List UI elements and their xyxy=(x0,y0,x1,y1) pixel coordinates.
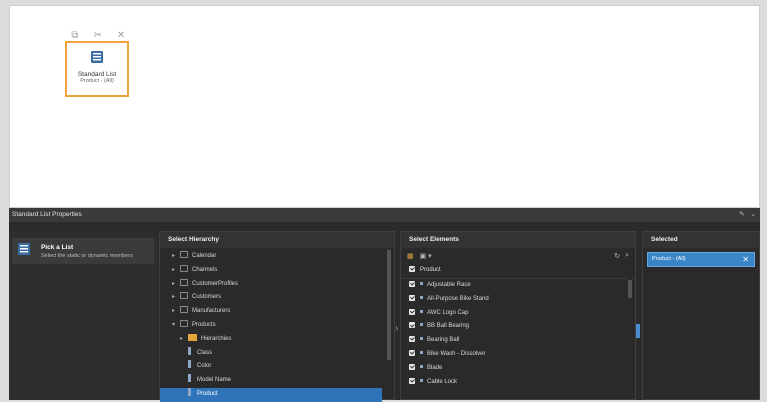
level-icon xyxy=(188,374,191,383)
select-elements-header: Select Elements xyxy=(401,232,635,248)
chevron-down-icon[interactable]: ▾ xyxy=(172,319,180,333)
select-elements-panel: Select Elements ▦ ▣ ▾ ↻ ⌕ Product Adjust… xyxy=(400,231,636,400)
chevron-right-icon[interactable]: ▸ xyxy=(180,333,188,347)
close-icon[interactable]: ✕ xyxy=(114,30,128,41)
checkbox[interactable] xyxy=(409,294,415,301)
tree-item-calendar[interactable]: ▸ Calendar xyxy=(160,250,394,264)
folder-icon xyxy=(188,333,197,341)
refresh-icon[interactable]: ↻ xyxy=(614,252,620,260)
hierarchy-scroll-thumb[interactable] xyxy=(387,250,391,360)
select-hierarchy-header: Select Hierarchy xyxy=(160,232,394,248)
checkbox[interactable] xyxy=(409,377,415,384)
pick-a-list-title: Pick a List xyxy=(41,243,74,251)
remove-icon[interactable]: ✕ xyxy=(742,253,749,266)
element-row[interactable]: BB Ball Bearing xyxy=(401,320,635,334)
member-icon xyxy=(420,282,423,285)
dimension-icon xyxy=(180,306,188,314)
element-row[interactable]: Bearing Ball xyxy=(401,334,635,348)
member-icon xyxy=(420,350,423,354)
select-hierarchy-panel: Select Hierarchy ▸ Calendar ▸ Channels ▸ Cu… xyxy=(159,231,395,402)
checkbox[interactable] xyxy=(409,336,415,343)
dimension-icon xyxy=(180,264,188,272)
tree-item-hierarchies[interactable]: ▸ Hierarchies xyxy=(160,333,394,347)
list-icon xyxy=(67,50,127,69)
dimension-icon xyxy=(180,251,188,258)
element-row[interactable]: AWC Logo Cap xyxy=(401,307,635,321)
element-row[interactable]: Cable Lock xyxy=(401,376,635,390)
collapse-icon[interactable]: ⌄ xyxy=(751,208,756,222)
tree-item-class[interactable]: Class xyxy=(160,346,394,361)
properties-panel: Standard List Properties ✎ ⌄ Pick a List… xyxy=(9,208,760,402)
filter-icon[interactable]: ▦ xyxy=(407,252,414,260)
tree-item-model-name[interactable]: Model Name xyxy=(160,374,394,388)
list-icon xyxy=(17,242,31,261)
dimension-icon xyxy=(180,319,188,327)
widget-subtitle: Product - (All) xyxy=(80,78,114,84)
selected-header: Selected xyxy=(643,232,759,248)
member-icon xyxy=(420,337,423,341)
tree-item-color[interactable]: Color xyxy=(160,360,394,374)
copy-icon[interactable]: ⧉ xyxy=(68,30,82,41)
level-icon xyxy=(188,387,191,396)
tree-item-products[interactable]: ▾ Products xyxy=(160,319,394,333)
widget-title: Standard List xyxy=(77,71,117,78)
member-icon xyxy=(420,295,423,299)
properties-title: Standard List Properties xyxy=(12,211,82,218)
element-row[interactable]: All-Purpose Bike Stand xyxy=(401,293,635,307)
standard-list-widget[interactable]: Standard List Product - (All) xyxy=(65,41,129,97)
selected-item-label: Product - (All) xyxy=(652,256,686,262)
level-icon xyxy=(188,346,191,355)
elements-scroll-thumb[interactable] xyxy=(628,280,632,298)
checkbox[interactable] xyxy=(409,349,415,356)
tree-item-customerprofiles[interactable]: ▸ CustomerProfiles xyxy=(160,278,394,292)
chevron-right-icon[interactable]: ▸ xyxy=(172,250,180,264)
checkbox[interactable] xyxy=(409,281,415,287)
properties-header: Standard List Properties ✎ ⌄ xyxy=(9,208,760,222)
list-type-panel: Pick a List Select the static or dynamic… xyxy=(9,232,157,400)
widget-toolbar: ⧉ ✂ ✕ xyxy=(68,30,128,41)
elements-toolbar: ▦ ▣ ▾ ↻ ⌕ xyxy=(401,248,635,263)
elements-scrollbar[interactable] xyxy=(628,278,632,398)
level-icon xyxy=(188,360,191,369)
member-icon xyxy=(420,364,423,368)
member-icon xyxy=(420,378,423,382)
expand-chevron-icon[interactable]: › xyxy=(395,323,398,334)
member-icon xyxy=(420,309,423,313)
checkbox[interactable] xyxy=(409,266,415,272)
member-icon xyxy=(420,323,423,327)
checkbox[interactable] xyxy=(409,363,415,370)
element-row[interactable]: Bike Wash - Dissolver xyxy=(401,348,635,362)
selected-item-chip[interactable]: Product - (All) ✕ xyxy=(647,252,755,267)
hierarchy-scrollbar[interactable] xyxy=(387,248,391,398)
product-select-all-row[interactable]: Product xyxy=(401,263,635,279)
pick-a-list-option[interactable]: Pick a List Select the static or dynamic… xyxy=(12,238,154,264)
tree-item-customers[interactable]: ▸ Customers xyxy=(160,291,394,305)
element-row[interactable]: Adjustable Race xyxy=(401,279,635,293)
report-canvas[interactable]: ⧉ ✂ ✕ Standard List Product - (All) xyxy=(9,5,760,208)
checkbox[interactable] xyxy=(409,322,415,329)
tree-item-manufacturers[interactable]: ▸ Manufacturers xyxy=(160,305,394,319)
selected-panel: Selected Product - (All) ✕ xyxy=(642,231,760,400)
chevron-right-icon[interactable]: ▸ xyxy=(172,291,180,305)
pick-a-list-subtitle: Select the static or dynamic members xyxy=(41,252,133,259)
scissors-icon[interactable]: ✂ xyxy=(91,30,105,41)
chevron-right-icon[interactable]: ▸ xyxy=(172,264,180,278)
tree-item-channels[interactable]: ▸ Channels xyxy=(160,264,394,278)
search-icon[interactable]: ⌕ xyxy=(625,252,629,260)
checkbox[interactable] xyxy=(409,308,415,315)
splitter-handle[interactable] xyxy=(636,324,640,338)
element-row[interactable]: Blade xyxy=(401,362,635,376)
chevron-right-icon[interactable]: ▸ xyxy=(172,278,180,292)
view-dropdown-icon[interactable]: ▣ ▾ xyxy=(420,252,432,260)
dimension-icon xyxy=(180,278,188,286)
dimension-icon xyxy=(180,292,188,300)
pin-icon[interactable]: ✎ xyxy=(739,208,744,222)
chevron-right-icon[interactable]: ▸ xyxy=(172,305,180,319)
